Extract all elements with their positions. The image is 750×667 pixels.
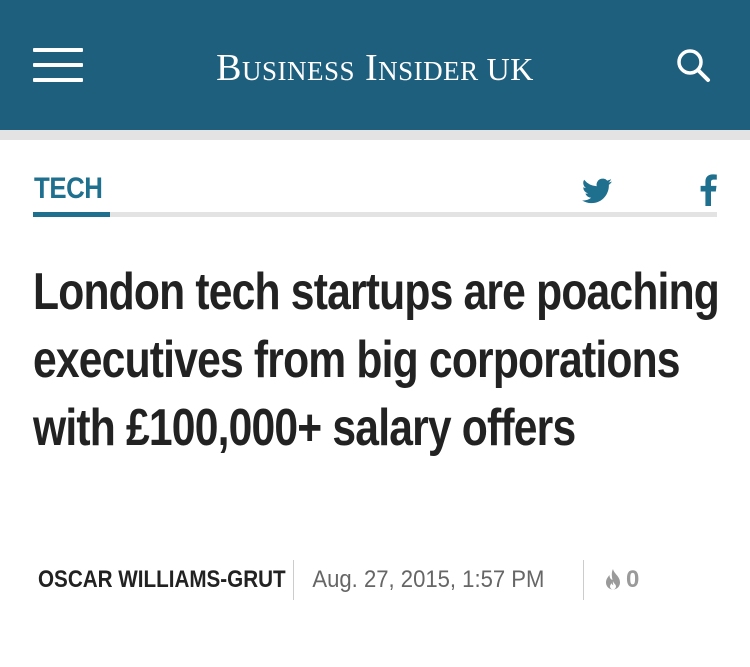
twitter-icon[interactable] [582,178,612,204]
brand-name: Business Insider [216,47,479,89]
article-meta: OSCAR WILLIAMS-GRUT Aug. 27, 2015, 1:57 … [38,558,718,602]
publish-date: Aug. 27, 2015, 1:57 PM [312,566,545,593]
section-divider-accent [33,212,110,217]
section-header: TECH [33,168,717,224]
article-headline: London tech startups are poaching execut… [33,263,720,457]
views-count: 0 [626,566,640,593]
views-counter: 0 [584,566,639,594]
site-logo[interactable]: Business Insider UK [0,44,750,93]
section-label[interactable]: TECH [34,172,103,206]
flame-icon [606,569,620,590]
top-navigation-bar: Business Insider UK [0,0,750,130]
header-divider [0,130,750,140]
brand-region: UK [486,51,534,87]
facebook-icon[interactable] [699,174,717,206]
author-name[interactable]: OSCAR WILLIAMS-GRUT [38,566,286,594]
search-icon[interactable] [674,46,714,86]
section-divider [33,212,717,217]
